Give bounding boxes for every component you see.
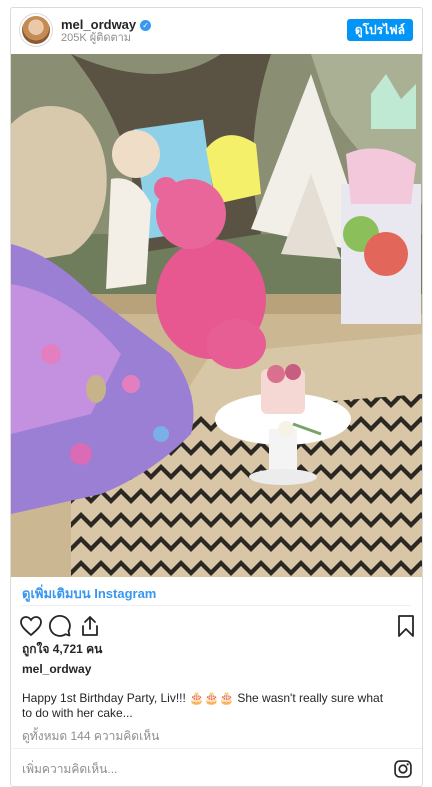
post-header: mel_ordway ✓ 205K ผู้ติดตาม ดูโปรไฟล์ [11,8,422,54]
avatar[interactable] [22,16,50,44]
heart-icon[interactable] [19,614,43,638]
post-username[interactable]: mel_ordway [22,661,91,677]
verified-check-icon: ✓ [140,20,152,31]
post-photo[interactable] [11,54,422,577]
action-bar [11,612,422,640]
add-comment-input[interactable] [22,760,362,778]
username[interactable]: mel_ordway [61,17,136,32]
divider [11,748,422,749]
instagram-icon[interactable] [393,759,413,779]
view-all-comments-link[interactable]: ดูทั้งหมด 144 ความคิดเห็น [22,728,159,744]
bookmark-icon[interactable] [394,614,418,638]
instagram-embed-card: mel_ordway ✓ 205K ผู้ติดตาม ดูโปรไฟล์ ดู… [10,7,423,787]
post-caption: Happy 1st Birthday Party, Liv!!! 🎂🎂🎂 She… [22,691,384,720]
divider [22,605,411,606]
birthday-party-photo [11,54,422,577]
share-icon[interactable] [78,614,102,638]
username-row[interactable]: mel_ordway ✓ [61,17,152,33]
follower-count: 205K ผู้ติดตาม [61,32,132,44]
view-more-on-instagram-link[interactable]: ดูเพิ่มเติมบน Instagram [22,586,156,602]
view-profile-button[interactable]: ดูโปรไฟล์ [346,19,413,41]
like-count[interactable]: ถูกใจ 4,721 คน [22,641,102,657]
comment-icon[interactable] [48,614,72,638]
